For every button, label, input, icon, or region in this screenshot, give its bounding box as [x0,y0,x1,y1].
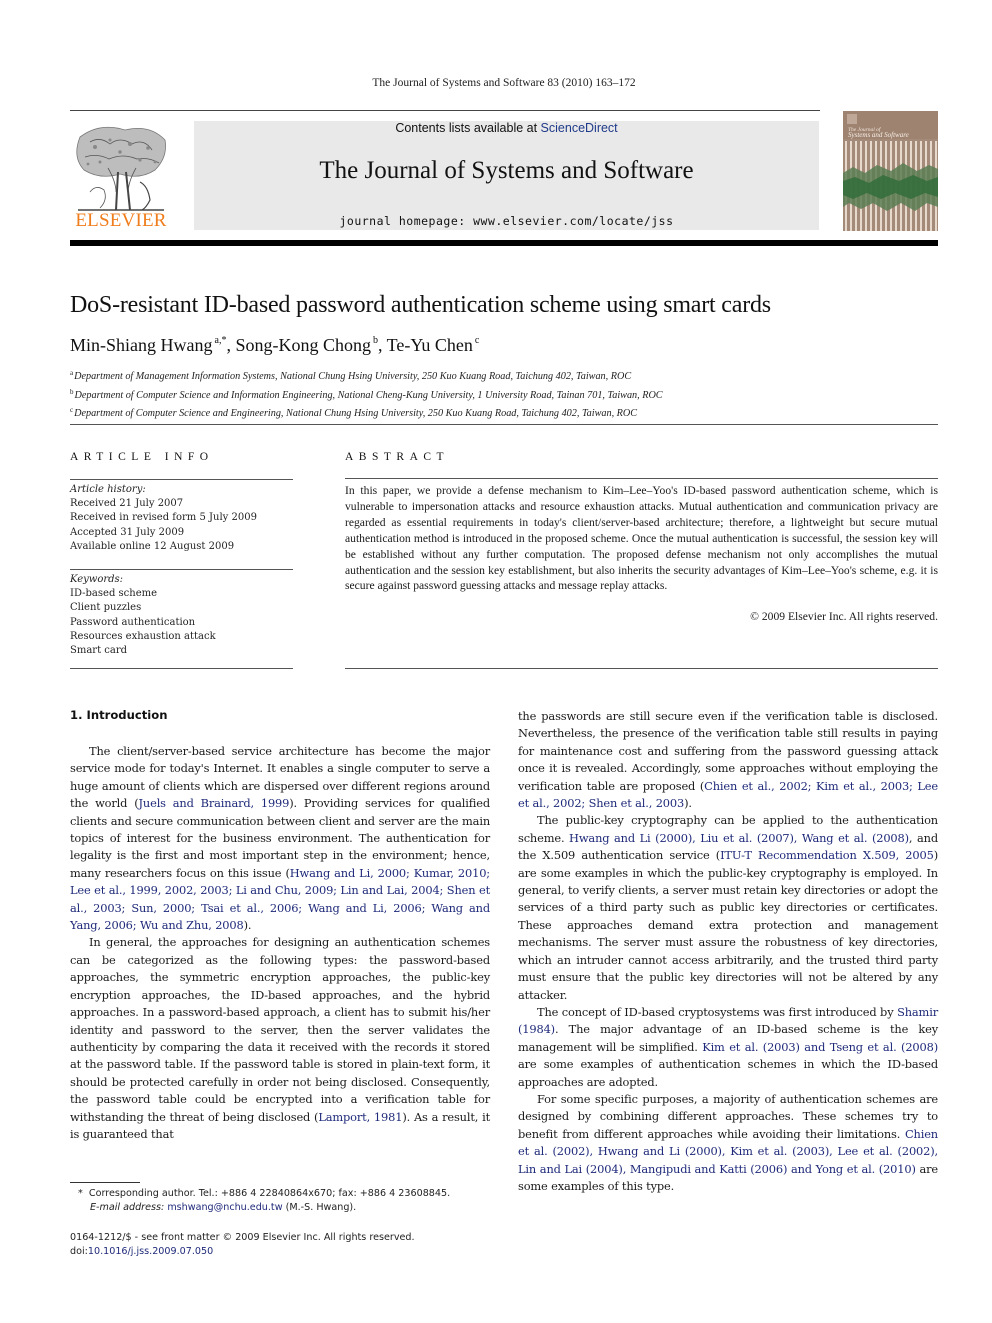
article-history: Article history: Received 21 July 2007 R… [70,483,293,554]
author-name[interactable]: Min-Shiang Hwang [70,335,213,355]
keyword-item: Password authentication [70,616,196,628]
paragraph-text: For some specific purposes, a majority o… [518,1091,938,1141]
footnote-line: * Corresponding author. Tel.: +886 4 228… [78,1187,450,1201]
article-history-label: Article history: [70,484,146,495]
affiliation-item: cDepartment of Computer Science and Engi… [70,403,663,422]
email-link[interactable]: mshwang@nchu.edu.tw [167,1202,282,1213]
divider-rule [70,479,293,480]
affiliation-mark: b [70,387,74,396]
footnote-marker: * [78,1188,83,1199]
keyword-item: Smart card [70,645,128,657]
journal-cover-thumbnail-icon[interactable]: The Journal of Systems and Software [843,111,938,231]
header-rule [70,110,820,111]
paragraph-text: ) are some examples in which the public-… [518,848,938,1002]
divider-rule [345,668,938,669]
citation-link[interactable]: ITU-T Recommendation X.509, 2005 [720,848,934,862]
contents-availability: Contents lists available at ScienceDirec… [194,121,819,135]
divider-rule [70,569,293,570]
paragraph-text: are some examples of authentication sche… [518,1057,938,1089]
article-title: DoS-resistant ID-based password authenti… [70,292,771,318]
paragraph-text: In general, the approaches for designing… [70,935,490,1124]
body-paragraph: The public-key cryptography can be appli… [518,812,938,1003]
paragraph-text: ). [243,918,252,933]
doi-link[interactable]: 10.1016/j.jss.2009.07.050 [88,1246,213,1257]
abstract-text: In this paper, we provide a defense mech… [345,484,938,593]
footnote-contact: Corresponding author. Tel.: +886 4 22840… [88,1188,451,1199]
affiliation-item: bDepartment of Computer Science and Info… [70,385,663,404]
history-item: Available online 12 August 2009 [70,540,235,552]
contents-prefix: Contents lists available at [395,121,541,135]
abstract-heading: ABSTRACT [345,451,450,463]
body-paragraph: the passwords are still secure even if t… [518,708,938,812]
body-paragraph: The client/server-based service architec… [70,743,490,934]
citation-link[interactable]: Juels and Brainard, 1999 [139,796,290,810]
affiliations: aDepartment of Management Information Sy… [70,366,663,422]
affiliation-mark: c [70,406,74,414]
history-item: Accepted 31 July 2009 [70,526,185,538]
citation-link[interactable]: Lamport, 1981 [318,1110,402,1124]
divider-rule [70,424,938,425]
author-name[interactable]: Te-Yu Chen [387,335,473,355]
body-column-left: The client/server-based service architec… [70,743,490,1143]
journal-title: The Journal of Systems and Software [319,157,694,184]
section-heading-introduction: 1. Introduction [70,708,168,722]
keyword-item: Client puzzles [70,602,142,614]
divider-rule [345,478,938,479]
journal-homepage-link[interactable]: journal homepage: www.elsevier.com/locat… [194,214,819,228]
email-suffix: (M.-S. Hwang). [282,1202,357,1213]
doi-line: doi:10.1016/j.jss.2009.07.050 [70,1245,415,1259]
divider-rule [70,668,293,669]
abstract-copyright: © 2009 Elsevier Inc. All rights reserved… [750,610,938,623]
author-separator: , [377,335,387,355]
body-column-right: the passwords are still secure even if t… [518,708,938,1195]
sciencedirect-link[interactable]: ScienceDirect [541,121,618,135]
issn-line: 0164-1212/$ - see front matter © 2009 El… [70,1232,415,1243]
running-head: The Journal of Systems and Software 83 (… [372,77,636,89]
keywords: Keywords: ID-based scheme Client puzzles… [70,573,293,658]
paragraph-text: ). [684,796,692,811]
article-info-heading: ARTICLE INFO [70,451,214,463]
author-marks[interactable]: c [475,335,479,346]
affiliation-item: aDepartment of Management Information Sy… [70,366,663,385]
corresponding-author-footnote: * Corresponding author. Tel.: +886 4 228… [78,1187,450,1215]
cover-title-line2: Systems and Software [848,131,909,139]
paragraph-text: The concept of ID-based cryptosystems wa… [537,1004,898,1019]
affiliation-mark: a [70,369,74,377]
email-label: E-mail address: [90,1202,165,1213]
body-paragraph: The concept of ID-based cryptosystems wa… [518,1004,938,1091]
citation-link[interactable]: Hwang and Li (2000), Liu et al. (2007), … [569,831,909,845]
citation-link[interactable]: Kim et al. (2003) and Tseng et al. (2008… [702,1040,938,1054]
header-thick-rule [70,240,938,246]
keyword-item: Resources exhaustion attack [70,630,216,642]
author-marks[interactable]: a,* [215,335,227,346]
history-item: Received in revised form 5 July 2009 [70,512,257,524]
author-list: Min-Shiang Hwang a,*, Song-Kong Chong b, T… [70,335,479,356]
keyword-item: ID-based scheme [70,588,158,600]
affiliation-text: Department of Management Information Sys… [74,371,632,382]
affiliation-text: Department of Computer Science and Infor… [74,389,663,401]
footnote-email-line: E-mail address: mshwang@nchu.edu.tw (M.-… [78,1201,450,1215]
footnote-rule [70,1182,140,1183]
body-paragraph: In general, the approaches for designing… [70,934,490,1143]
author-name[interactable]: Song-Kong Chong [235,335,371,355]
affiliation-text: Department of Computer Science and Engin… [74,408,638,419]
body-paragraph: For some specific purposes, a majority o… [518,1091,938,1195]
keywords-label: Keywords: [70,574,124,585]
elsevier-wordmark[interactable]: ELSEVIER [70,210,172,232]
history-item: Received 21 July 2007 [70,498,184,510]
front-matter: 0164-1212/$ - see front matter © 2009 El… [70,1231,415,1259]
journal-banner: Contents lists available at ScienceDirec… [194,121,819,230]
doi-label: doi: [70,1246,88,1257]
